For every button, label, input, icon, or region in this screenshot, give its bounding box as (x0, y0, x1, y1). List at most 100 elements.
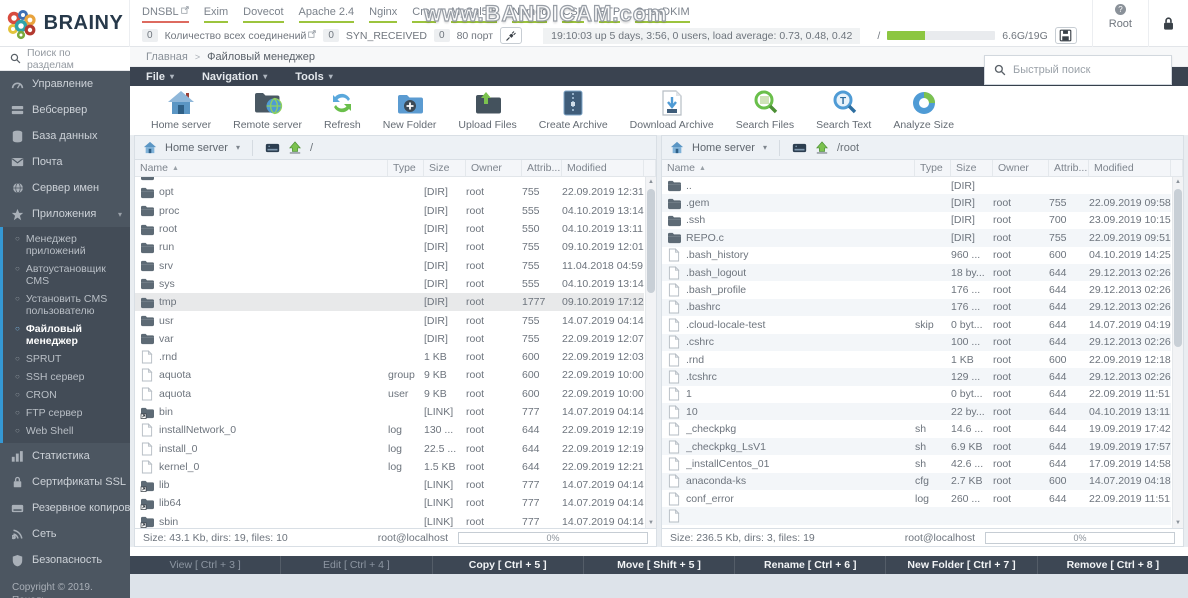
create-archive-button[interactable]: Create Archive (528, 90, 619, 131)
quick-search-input[interactable]: Быстрый поиск (984, 55, 1172, 85)
brainy-logo[interactable]: BRAINY (0, 0, 130, 47)
analyze-size-button[interactable]: Analyze Size (882, 90, 965, 131)
column-header-size[interactable]: Size (951, 160, 993, 176)
column-header-owner[interactable]: Owner (993, 160, 1049, 176)
connections-button[interactable] (500, 27, 522, 44)
menu-file[interactable]: File▾ (146, 71, 188, 83)
home-server-button[interactable]: Home server (140, 90, 222, 131)
sidebar-item-сертификаты-ssl[interactable]: Сертификаты SSL (0, 469, 130, 495)
file-row[interactable]: .rnd1 KBroot60022.09.2019 12:18... (662, 351, 1171, 368)
chevron-down-icon[interactable]: ▾ (236, 143, 240, 152)
menu-tools[interactable]: Tools▾ (295, 71, 347, 83)
file-row[interactable]: run[DIR]root75509.10.2019 12:01... (135, 238, 644, 256)
file-row[interactable]: .rnd1 KBroot60022.09.2019 12:03... (135, 348, 644, 366)
file-row[interactable]: opt[DIR]root75522.09.2019 12:31... (135, 183, 644, 201)
file-row[interactable]: .bash_logout18 by...root64429.12.2013 02… (662, 264, 1171, 281)
column-header-modified[interactable]: Modified (1089, 160, 1171, 176)
file-row[interactable]: _installCentos_01sh42.6 ...root64417.09.… (662, 455, 1171, 472)
remote-server-button[interactable]: Remote server (222, 90, 313, 131)
service-link-opendkim[interactable]: OpenDKIM (635, 6, 689, 23)
sidebar-subitem-установить-cms-пользователю[interactable]: ○Установить CMS пользователю (3, 290, 130, 320)
file-row[interactable]: anaconda-kscfg2.7 KBroot60014.07.2019 04… (662, 473, 1171, 490)
service-link-named[interactable]: Named (512, 6, 547, 23)
sidebar-item-резервное-копирование[interactable]: Резервное копирование (0, 495, 130, 521)
service-link-cron[interactable]: Cron (412, 6, 436, 23)
scroll-up-icon[interactable]: ▲ (646, 179, 656, 185)
copy-function-button[interactable]: Copy [ Ctrl + 5 ] (432, 556, 583, 574)
sidebar-item-сеть[interactable]: Сеть (0, 521, 130, 547)
sidebar-search-input[interactable]: Поиск по разделам (0, 47, 130, 71)
menu-navigation[interactable]: Navigation▾ (202, 71, 281, 83)
sidebar-item-вебсервер[interactable]: Вебсервер (0, 97, 130, 123)
scrollbar-thumb[interactable] (647, 189, 655, 293)
user-menu[interactable]: Root (1093, 18, 1148, 30)
scroll-down-icon[interactable]: ▼ (1173, 520, 1183, 526)
server-selector[interactable]: Home server (165, 142, 228, 154)
sidebar-subitem-ftp-сервер[interactable]: ○FTP сервер (3, 404, 130, 422)
view-function-button[interactable]: View [ Ctrl + 3 ] (130, 556, 280, 574)
file-row[interactable] (662, 507, 1171, 524)
service-link-dnsbl[interactable]: DNSBL (142, 6, 189, 23)
up-directory-button[interactable] (815, 141, 829, 154)
file-row[interactable]: .gem[DIR]root75522.09.2019 09:58... (662, 194, 1171, 211)
column-header-size[interactable]: Size (424, 160, 466, 176)
sidebar-subitem-автоустановщик-cms[interactable]: ○Автоустановщик CMS (3, 260, 130, 290)
column-header-name[interactable]: Name▲ (135, 160, 388, 176)
scroll-up-icon[interactable]: ▲ (1173, 179, 1183, 185)
new-function-button[interactable]: New Folder [ Ctrl + 7 ] (885, 556, 1036, 574)
scrollbar-thumb[interactable] (1174, 189, 1182, 347)
search-files-button[interactable]: Search Files (725, 90, 805, 131)
download-archive-button[interactable]: Download Archive (619, 90, 725, 131)
file-row[interactable]: bin[LINK]root77714.07.2019 04:14... (135, 403, 644, 421)
column-header-type[interactable]: Type (915, 160, 951, 176)
file-row[interactable]: REPO.c[DIR]root75522.09.2019 09:51... (662, 229, 1171, 246)
file-row[interactable]: _checkpkgsh14.6 ...root64419.09.2019 17:… (662, 420, 1171, 437)
file-row[interactable]: .bash_history960 ...root60004.10.2019 14… (662, 247, 1171, 264)
file-row[interactable]: sys[DIR]root55504.10.2019 13:14... (135, 275, 644, 293)
file-row[interactable]: lib64[LINK]root77714.07.2019 04:14... (135, 494, 644, 512)
file-row[interactable]: conf_errorlog260 ...root64422.09.2019 11… (662, 490, 1171, 507)
lock-icon[interactable] (1149, 16, 1188, 31)
file-row[interactable]: .tcshrc129 ...root64429.12.2013 02:26... (662, 368, 1171, 385)
column-header-modified[interactable]: Modified (562, 160, 644, 176)
sidebar-item-управление[interactable]: Управление (0, 71, 130, 97)
scroll-down-icon[interactable]: ▼ (646, 520, 656, 526)
column-header-owner[interactable]: Owner (466, 160, 522, 176)
file-row[interactable]: install_0log22.5 ...root64422.09.2019 12… (135, 439, 644, 457)
column-header-attrib[interactable]: Attrib... (522, 160, 562, 176)
file-row[interactable]: .cshrc100 ...root64429.12.2013 02:26... (662, 334, 1171, 351)
file-row[interactable]: ..[DIR] (662, 177, 1171, 194)
sidebar-item-безопасность[interactable]: Безопасность (0, 547, 130, 573)
disk-icon-button[interactable] (1055, 27, 1077, 44)
rename-function-button[interactable]: Rename [ Ctrl + 6 ] (734, 556, 885, 574)
sidebar-subitem-sprut[interactable]: ○SPRUT (3, 350, 130, 368)
sidebar-item-статистика[interactable]: Статистика (0, 443, 130, 469)
file-row[interactable]: 10 byt...root64422.09.2019 11:51... (662, 386, 1171, 403)
file-row[interactable]: kernel_0log1.5 KBroot64422.09.2019 12:21… (135, 458, 644, 476)
file-row[interactable]: var[DIR]root75522.09.2019 12:07... (135, 330, 644, 348)
pane-scrollbar[interactable]: ▲▼ (645, 177, 656, 528)
new-folder-button[interactable]: New Folder (372, 91, 448, 131)
file-row[interactable]: root[DIR]root55004.10.2019 13:11... (135, 220, 644, 238)
sidebar-item-сервер-имен[interactable]: Сервер имен (0, 175, 130, 201)
service-link-ftp[interactable]: FTP (599, 6, 620, 23)
file-row[interactable]: installNetwork_0log130 ...root64422.09.2… (135, 421, 644, 439)
file-row[interactable]: .bash_profile176 ...root64429.12.2013 02… (662, 281, 1171, 298)
service-link-mysql5-5[interactable]: MySql5.5 (451, 6, 497, 23)
upload-files-button[interactable]: Upload Files (447, 91, 527, 131)
file-row[interactable]: .bashrc176 ...root64429.12.2013 02:26... (662, 299, 1171, 316)
column-header-attrib[interactable]: Attrib... (1049, 160, 1089, 176)
service-link-nginx[interactable]: Nginx (369, 6, 397, 23)
file-row[interactable]: .cloud-locale-testskip0 byt...root64414.… (662, 316, 1171, 333)
remove-function-button[interactable]: Remove [ Ctrl + 8 ] (1037, 556, 1188, 574)
sidebar-subitem-web-shell[interactable]: ○Web Shell (3, 422, 130, 440)
service-link-apache-2-4[interactable]: Apache 2.4 (299, 6, 355, 23)
sidebar-item-база-данных[interactable]: База данных (0, 123, 130, 149)
sidebar-subitem-ssh-сервер[interactable]: ○SSH сервер (3, 368, 130, 386)
sidebar-item-почта[interactable]: Почта (0, 149, 130, 175)
column-header-type[interactable]: Type (388, 160, 424, 176)
service-link-dovecot[interactable]: Dovecot (243, 6, 283, 23)
sidebar-subitem-файловый-менеджер[interactable]: ○Файловый менеджер (3, 320, 130, 350)
file-row[interactable]: proc[DIR]root55504.10.2019 13:14... (135, 202, 644, 220)
move-function-button[interactable]: Move [ Shift + 5 ] (583, 556, 734, 574)
